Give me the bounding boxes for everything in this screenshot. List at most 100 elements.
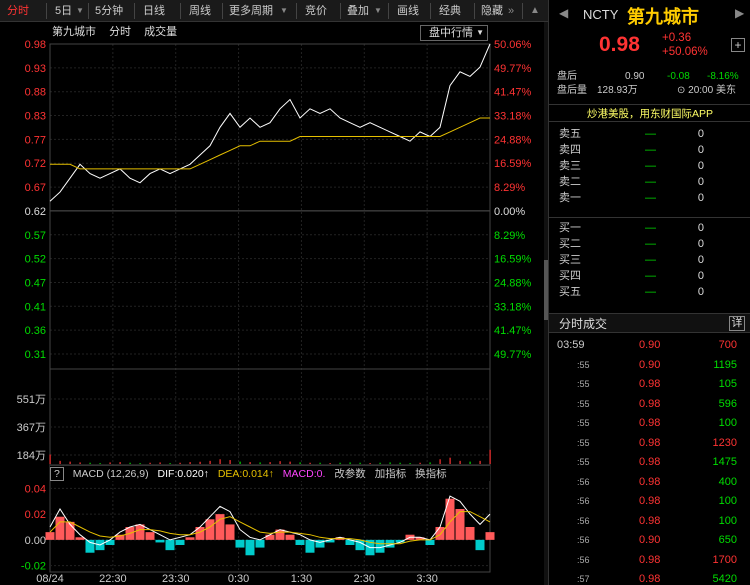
chevron-down-icon[interactable]: ▼ (374, 0, 382, 22)
volume-bar (199, 461, 201, 464)
trade-time: :55 (577, 418, 590, 428)
trade-price: 0.98 (639, 573, 661, 585)
draw-line-button[interactable]: 画线 (392, 0, 419, 22)
macd-name[interactable]: MACD (12,26,9) (73, 468, 149, 480)
trade-time: :55 (577, 437, 590, 448)
period-toolbar: 分时 5日 ▼ 5分钟 日线 周线 更多周期 ▼ 竞价 叠加 ▼ 画线 经典 隐… (0, 0, 548, 22)
change-value: +0.36 (662, 32, 692, 44)
macd-histogram-bar (285, 534, 295, 540)
volume-bar (209, 460, 211, 464)
tab-5min[interactable]: 5分钟 (90, 0, 123, 22)
trade-time: :57 (577, 574, 590, 584)
percent-tick-label: 49.77% (494, 63, 532, 75)
macd-histogram-bar (205, 519, 215, 540)
macd-histogram-bar (245, 539, 255, 556)
volume-bar (159, 462, 161, 464)
divider (222, 3, 223, 19)
volume-bar (339, 462, 341, 464)
trade-volume: 596 (718, 397, 737, 410)
volume-bar (239, 461, 241, 464)
volume-bar (109, 462, 111, 464)
volume-bar (119, 462, 121, 464)
stock-name: 第九城市 (627, 7, 699, 27)
add-watchlist-button[interactable]: + (731, 38, 745, 52)
trade-time: :56 (577, 554, 590, 565)
divider (474, 3, 475, 19)
time-tick-label: 22:30 (99, 573, 127, 585)
ask-qty: 0 (697, 192, 704, 204)
price-tick-label: 0.88 (25, 87, 46, 99)
ask-qty: 0 (697, 128, 704, 140)
macd-histogram-bar (165, 539, 175, 551)
volume-bar (189, 462, 191, 464)
chevron-down-icon[interactable]: ▼ (76, 0, 84, 22)
hide-button[interactable]: 隐藏 (476, 0, 503, 22)
macd-histogram-bar (465, 527, 475, 540)
ask-qty: 0 (697, 160, 704, 172)
percent-tick-label: 50.06% (494, 39, 532, 51)
volume-bar (329, 463, 331, 464)
change-params-button[interactable]: 改参数 (334, 468, 366, 480)
divider (296, 3, 297, 19)
promo-banner[interactable]: 炒港美股，用东财国际APP (549, 104, 750, 122)
time-sales-header: 分时成交 详 (549, 313, 750, 333)
switch-indicator-button[interactable]: 换指标 (415, 468, 447, 480)
stock-symbol: NCTY (583, 7, 619, 22)
more-arrows-icon[interactable]: » (508, 0, 514, 22)
volume-bar (169, 463, 171, 464)
price-tick-label: 0.77 (25, 134, 46, 146)
volume-bar (59, 460, 61, 464)
tab-more-periods[interactable]: 更多周期 (224, 0, 273, 22)
trade-time: :56 (577, 515, 590, 526)
trade-time: :55 (577, 359, 590, 370)
add-indicator-button[interactable]: 加指标 (375, 468, 407, 480)
tab-5day[interactable]: 5日 (50, 0, 72, 22)
percent-tick-label: 24.88% (494, 277, 532, 289)
trade-price: 0.98 (639, 514, 661, 527)
tab-intraday[interactable]: 分时 (2, 0, 29, 22)
trade-row: :55 0.98 105 (549, 375, 745, 395)
volume-bar (279, 461, 281, 464)
classic-button[interactable]: 经典 (434, 0, 461, 22)
trade-price: 0.98 (639, 417, 661, 429)
macd-tick-label: 0.02 (25, 509, 46, 521)
trade-time: 03:59 (557, 339, 585, 351)
volume-bar (219, 459, 221, 464)
bid-row: 买三 — 0 (559, 252, 744, 268)
ask-price: — (645, 144, 656, 156)
scroll-up-icon[interactable]: ▲ (530, 0, 540, 22)
after-hours-price: 0.90 (625, 71, 645, 82)
chart-canvas[interactable]: 0.98 50.06% 0.93 49.77% 0.88 41.47% 0.83 33.18%… (0, 22, 548, 585)
price-tick-label: 0.67 (25, 182, 46, 194)
trade-time: :55 (577, 398, 590, 409)
time-sales-list[interactable]: 03:59 0.90 700:55 0.90 1195:55 0.98 105:55 0.98… (549, 336, 745, 585)
bid-label: 买二 (559, 238, 581, 250)
macd-indicator-bar: ? MACD (12,26,9) DIF:0.020↑ DEA:0.014↑ M… (50, 465, 490, 481)
help-icon[interactable]: ? (50, 467, 64, 481)
prev-stock-icon[interactable]: ◀ (559, 6, 568, 20)
time-sales-title: 分时成交 (559, 317, 608, 331)
macd-histogram-bar (485, 532, 495, 540)
chevron-down-icon[interactable]: ▼ (280, 0, 288, 22)
macd-tick-label: 0.00 (25, 535, 46, 547)
overlay-button[interactable]: 叠加 (342, 0, 369, 22)
volume-bar (429, 462, 431, 464)
quote-panel: ◀ NCTY 第九城市 ▶ 0.98 +0.36 +50.06% + 盘后 0.… (548, 0, 750, 585)
volume-bar (79, 462, 81, 464)
price-tick-label: 0.72 (25, 158, 46, 170)
auction-button[interactable]: 竞价 (300, 0, 327, 22)
volume-bar (489, 449, 491, 464)
time-tick-label: 08/24 (36, 573, 64, 585)
trade-price: 0.90 (639, 358, 661, 371)
percent-tick-label: 16.59% (494, 254, 532, 266)
trade-price: 0.98 (639, 495, 661, 507)
tab-weekly[interactable]: 周线 (184, 0, 211, 22)
percent-tick-label: 49.77% (494, 349, 532, 361)
macd-histogram-bar (235, 539, 245, 548)
next-stock-icon[interactable]: ▶ (735, 6, 744, 20)
trade-row: :56 0.90 650 (549, 531, 745, 551)
price-tick-label: 0.52 (25, 254, 46, 266)
volume-bar (359, 462, 361, 464)
tab-daily[interactable]: 日线 (138, 0, 165, 22)
time-sales-detail-button[interactable]: 详 (729, 316, 745, 331)
